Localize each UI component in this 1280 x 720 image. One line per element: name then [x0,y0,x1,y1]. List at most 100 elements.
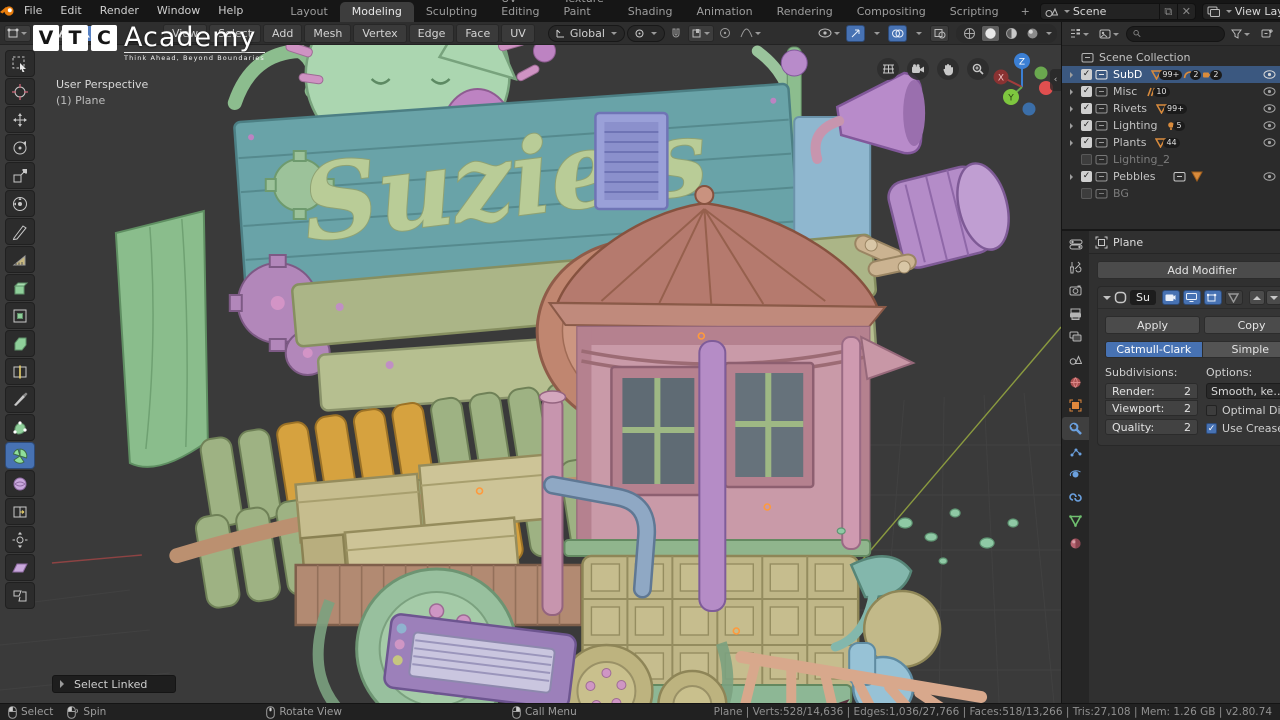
tool-poly-build[interactable] [5,414,35,441]
gizmo-z-ball[interactable]: Z [1019,58,1025,68]
outliner-filter-dropdown[interactable] [1228,25,1254,42]
quality-field[interactable]: Quality: 2 [1105,419,1199,435]
outliner-row-rivets[interactable]: ✓ Rivets 99+ [1062,100,1280,117]
gizmo-minus-z-ball[interactable] [1022,102,1036,116]
render-tab[interactable] [1062,279,1089,302]
tab-modeling[interactable]: Modeling [339,2,414,22]
vertex-menu[interactable]: Vertex [353,23,407,43]
menu-window[interactable]: Window [148,0,209,22]
outliner-display-mode-dropdown[interactable] [1096,25,1123,42]
outliner-row-plants[interactable]: ✓ Plants 44 [1062,134,1280,151]
outliner-editor-type-dropdown[interactable] [1066,25,1093,42]
render-subdivisions-field[interactable]: Render: 2 [1105,383,1199,399]
tab-layout[interactable]: Layout [278,2,339,22]
collection-checkbox[interactable]: ✓ [1081,86,1092,97]
use-creases-row[interactable]: ✓ Use Creases [1206,422,1280,435]
modifier-name-field[interactable]: Su [1130,290,1156,305]
tool-edge-slide[interactable] [5,498,35,525]
menu-edit[interactable]: Edit [51,0,90,22]
expand-icon[interactable] [1070,173,1076,180]
outliner-row-pebbles[interactable]: ✓ Pebbles [1062,168,1280,185]
object-tab[interactable] [1062,394,1089,417]
hide-viewport-eye-icon[interactable] [1263,121,1276,130]
collection-checkbox[interactable] [1081,188,1092,199]
overlays-toggle[interactable] [888,24,907,42]
tool-measure[interactable] [5,246,35,273]
hide-viewport-eye-icon[interactable] [1263,104,1276,113]
overlays-dropdown[interactable] [909,25,928,42]
particles-tab[interactable] [1062,440,1089,463]
scene-selector[interactable]: Scene ⧉ ✕ [1039,2,1196,20]
world-tab[interactable] [1062,371,1089,394]
collapse-modifier-arrow[interactable] [1103,295,1111,304]
properties-editor-type-dropdown[interactable] [1062,233,1089,256]
select-linked-operator-panel[interactable]: Select Linked [52,675,176,693]
search-field[interactable] [1144,28,1218,39]
copy-button[interactable]: Copy [1204,316,1280,334]
gizmo-x-ball[interactable]: X [998,74,1004,84]
snap-settings-dropdown[interactable] [687,24,714,42]
tool-inset-faces[interactable] [5,302,35,329]
navigation-gizmo[interactable]: Z X Y [989,51,1055,117]
material-tab[interactable] [1062,532,1089,555]
edge-menu[interactable]: Edge [408,23,455,43]
xray-toggle[interactable] [930,24,949,42]
physics-tab[interactable] [1062,463,1089,486]
expand-icon[interactable] [1070,71,1076,78]
tab-scripting[interactable]: Scripting [938,2,1011,22]
outliner-row-scene-collection[interactable]: Scene Collection [1062,49,1280,66]
add-menu[interactable]: Add [263,23,303,43]
viewport-canvas[interactable]: Suzie's User Perspective (1) Plane Z X Y… [0,45,1061,703]
modifier-cage-toggle[interactable] [1224,290,1243,305]
collection-checkbox[interactable]: ✓ [1081,103,1092,114]
collection-checkbox[interactable]: ✓ [1081,120,1092,131]
mode-selector-dropdown[interactable] [4,24,31,42]
object-data-tab[interactable] [1062,509,1089,532]
tool-bevel[interactable] [5,330,35,357]
toggle-perspective-button[interactable] [877,58,899,80]
tool-rip-region[interactable] [5,582,35,609]
move-modifier-up-button[interactable] [1248,290,1265,305]
tool-annotate[interactable] [5,218,35,245]
menu-help[interactable]: Help [209,0,252,22]
shading-wireframe-button[interactable] [960,25,979,42]
tab-animation[interactable]: Animation [684,2,764,22]
gizmos-toggle[interactable] [846,24,865,42]
shading-material-button[interactable] [1002,25,1021,42]
tool-shrink-fatten[interactable] [5,526,35,553]
hide-viewport-eye-icon[interactable] [1263,87,1276,96]
mesh-menu[interactable]: Mesh [304,23,352,43]
viewport-subdivisions-field[interactable]: Viewport: 2 [1105,400,1199,416]
collection-checkbox[interactable]: ✓ [1081,69,1092,80]
expand-icon[interactable] [1070,139,1076,146]
zoom-view-button[interactable] [967,58,989,80]
shading-solid-button[interactable] [981,24,1000,42]
move-modifier-down-button[interactable] [1265,290,1280,305]
outliner-row-subd[interactable]: ✓ SubD 99+ 2 2 [1062,66,1280,83]
tool-select-box[interactable] [5,50,35,77]
catmull-clark-button[interactable]: Catmull-Clark [1105,341,1203,358]
tool-shear[interactable] [5,554,35,581]
tool-loop-cut[interactable] [5,358,35,385]
hide-viewport-eye-icon[interactable] [1263,70,1276,79]
tool-scale[interactable] [5,162,35,189]
tool-spin[interactable] [5,442,35,469]
simple-button[interactable]: Simple [1202,341,1280,358]
apply-button[interactable]: Apply [1105,316,1201,334]
tool-smooth[interactable] [5,470,35,497]
tool-extrude-region[interactable] [5,274,35,301]
use-creases-checkbox[interactable]: ✓ [1206,423,1218,434]
gizmo-minus-y-ball[interactable] [1034,66,1048,80]
pan-view-button[interactable] [937,58,959,80]
tool-knife[interactable] [5,386,35,413]
snap-magnet-icon[interactable] [667,25,686,42]
expand-icon[interactable] [1070,122,1076,129]
menu-render[interactable]: Render [91,0,148,22]
outliner-row-bg[interactable]: BG [1062,185,1280,202]
camera-view-button[interactable] [907,58,929,80]
outliner-row-lighting[interactable]: ✓ Lighting 5 [1062,117,1280,134]
outliner-row-misc[interactable]: ✓ Misc 10 [1062,83,1280,100]
view-layer-selector[interactable]: View Layer ⧉ ✕ [1201,2,1280,20]
collection-checkbox[interactable]: ✓ [1081,137,1092,148]
add-workspace-button[interactable]: + [1011,2,1040,22]
